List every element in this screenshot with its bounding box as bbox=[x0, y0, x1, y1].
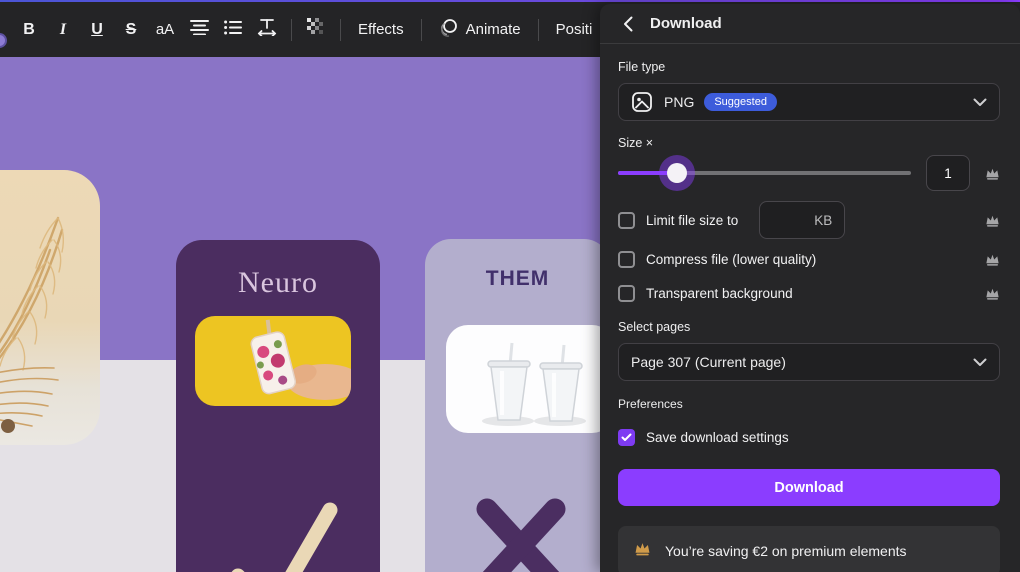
color-swatch-icon[interactable] bbox=[0, 33, 7, 48]
check-icon bbox=[621, 433, 632, 442]
transparent-background-label: Transparent background bbox=[646, 286, 793, 301]
toolbar-divider bbox=[421, 19, 422, 41]
file-type-label: File type bbox=[618, 60, 1000, 74]
position-button[interactable]: Positi bbox=[546, 12, 603, 48]
toolbar-divider bbox=[291, 19, 292, 41]
save-settings-checkbox[interactable] bbox=[618, 429, 635, 446]
toolbar-divider bbox=[340, 19, 341, 41]
neuro-card-title[interactable]: Neuro bbox=[176, 266, 380, 300]
select-pages-value: Page 307 (Current page) bbox=[631, 354, 786, 370]
crown-icon bbox=[985, 214, 1000, 227]
transparency-button[interactable] bbox=[299, 12, 333, 48]
animate-label: Animate bbox=[466, 21, 521, 38]
tumblers-image bbox=[446, 325, 610, 433]
download-panel: Download File type PNG Suggested Size × bbox=[600, 4, 1020, 572]
limit-file-size-label: Limit file size to bbox=[646, 213, 738, 228]
neuro-card-image[interactable] bbox=[195, 316, 351, 406]
size-scale-input[interactable]: 1 bbox=[926, 155, 970, 191]
limit-file-size-option[interactable]: Limit file size to KB bbox=[618, 198, 1000, 242]
chevron-down-icon bbox=[973, 358, 987, 367]
save-download-settings-option[interactable]: Save download settings bbox=[618, 420, 1000, 454]
align-center-icon bbox=[190, 19, 209, 40]
download-panel-header: Download bbox=[600, 4, 1020, 44]
effects-button[interactable]: Effects bbox=[348, 12, 414, 48]
transparent-background-checkbox[interactable] bbox=[618, 285, 635, 302]
file-type-value: PNG bbox=[664, 94, 694, 110]
back-button[interactable] bbox=[618, 14, 638, 34]
size-label: Size × bbox=[618, 136, 1000, 150]
them-card-title[interactable]: THEM bbox=[425, 267, 610, 291]
italic-button[interactable]: I bbox=[46, 12, 80, 48]
suggested-badge: Suggested bbox=[704, 93, 777, 111]
panel-title: Download bbox=[650, 15, 722, 32]
compress-file-label: Compress file (lower quality) bbox=[646, 252, 816, 267]
strikethrough-button[interactable]: S bbox=[114, 12, 148, 48]
file-type-select[interactable]: PNG Suggested bbox=[618, 83, 1000, 121]
size-slider[interactable] bbox=[618, 154, 911, 192]
limit-file-size-checkbox[interactable] bbox=[618, 212, 635, 229]
toolbar-divider bbox=[538, 19, 539, 41]
x-mark-graphic[interactable] bbox=[475, 497, 567, 572]
image-file-icon bbox=[631, 91, 653, 113]
compress-file-option[interactable]: Compress file (lower quality) bbox=[618, 242, 1000, 276]
animate-button[interactable]: Animate bbox=[429, 12, 531, 48]
chevron-down-icon bbox=[973, 98, 987, 107]
kb-suffix: KB bbox=[814, 213, 832, 228]
bold-button[interactable]: B bbox=[12, 12, 46, 48]
neuro-card[interactable]: Neuro bbox=[176, 240, 380, 572]
slider-thumb[interactable] bbox=[667, 163, 687, 183]
text-align-button[interactable] bbox=[182, 12, 216, 48]
pampas-grass-image bbox=[0, 170, 100, 445]
select-pages-label: Select pages bbox=[618, 320, 1000, 334]
gold-crown-icon bbox=[634, 541, 651, 561]
them-card[interactable]: THEM bbox=[425, 239, 610, 572]
crown-icon bbox=[985, 167, 1000, 180]
preferences-label: Preferences bbox=[618, 397, 1000, 411]
banner-text: You’re saving €2 on premium elements bbox=[665, 543, 907, 559]
pampas-photo-card[interactable] bbox=[0, 170, 100, 445]
select-pages-dropdown[interactable]: Page 307 (Current page) bbox=[618, 343, 1000, 381]
animate-icon bbox=[439, 18, 459, 42]
transparency-checkerboard-icon bbox=[307, 18, 325, 41]
chevron-left-icon bbox=[623, 16, 633, 32]
hand-holding-cup-image bbox=[195, 316, 351, 406]
compress-file-checkbox[interactable] bbox=[618, 251, 635, 268]
crown-icon bbox=[985, 287, 1000, 300]
checkmark-graphic[interactable] bbox=[228, 498, 340, 572]
underline-button[interactable]: U bbox=[80, 12, 114, 48]
text-spacing-button[interactable] bbox=[250, 12, 284, 48]
save-settings-label: Save download settings bbox=[646, 430, 789, 445]
crown-icon bbox=[985, 253, 1000, 266]
transparent-background-option[interactable]: Transparent background bbox=[618, 276, 1000, 310]
text-spacing-icon bbox=[257, 18, 277, 41]
premium-savings-banner: You’re saving €2 on premium elements bbox=[618, 526, 1000, 572]
them-card-image[interactable] bbox=[446, 325, 610, 433]
text-case-button[interactable]: aA bbox=[148, 12, 182, 48]
bullet-list-icon bbox=[224, 20, 242, 40]
download-button[interactable]: Download bbox=[618, 469, 1000, 506]
bullet-list-button[interactable] bbox=[216, 12, 250, 48]
file-size-kb-input[interactable]: KB bbox=[759, 201, 845, 239]
